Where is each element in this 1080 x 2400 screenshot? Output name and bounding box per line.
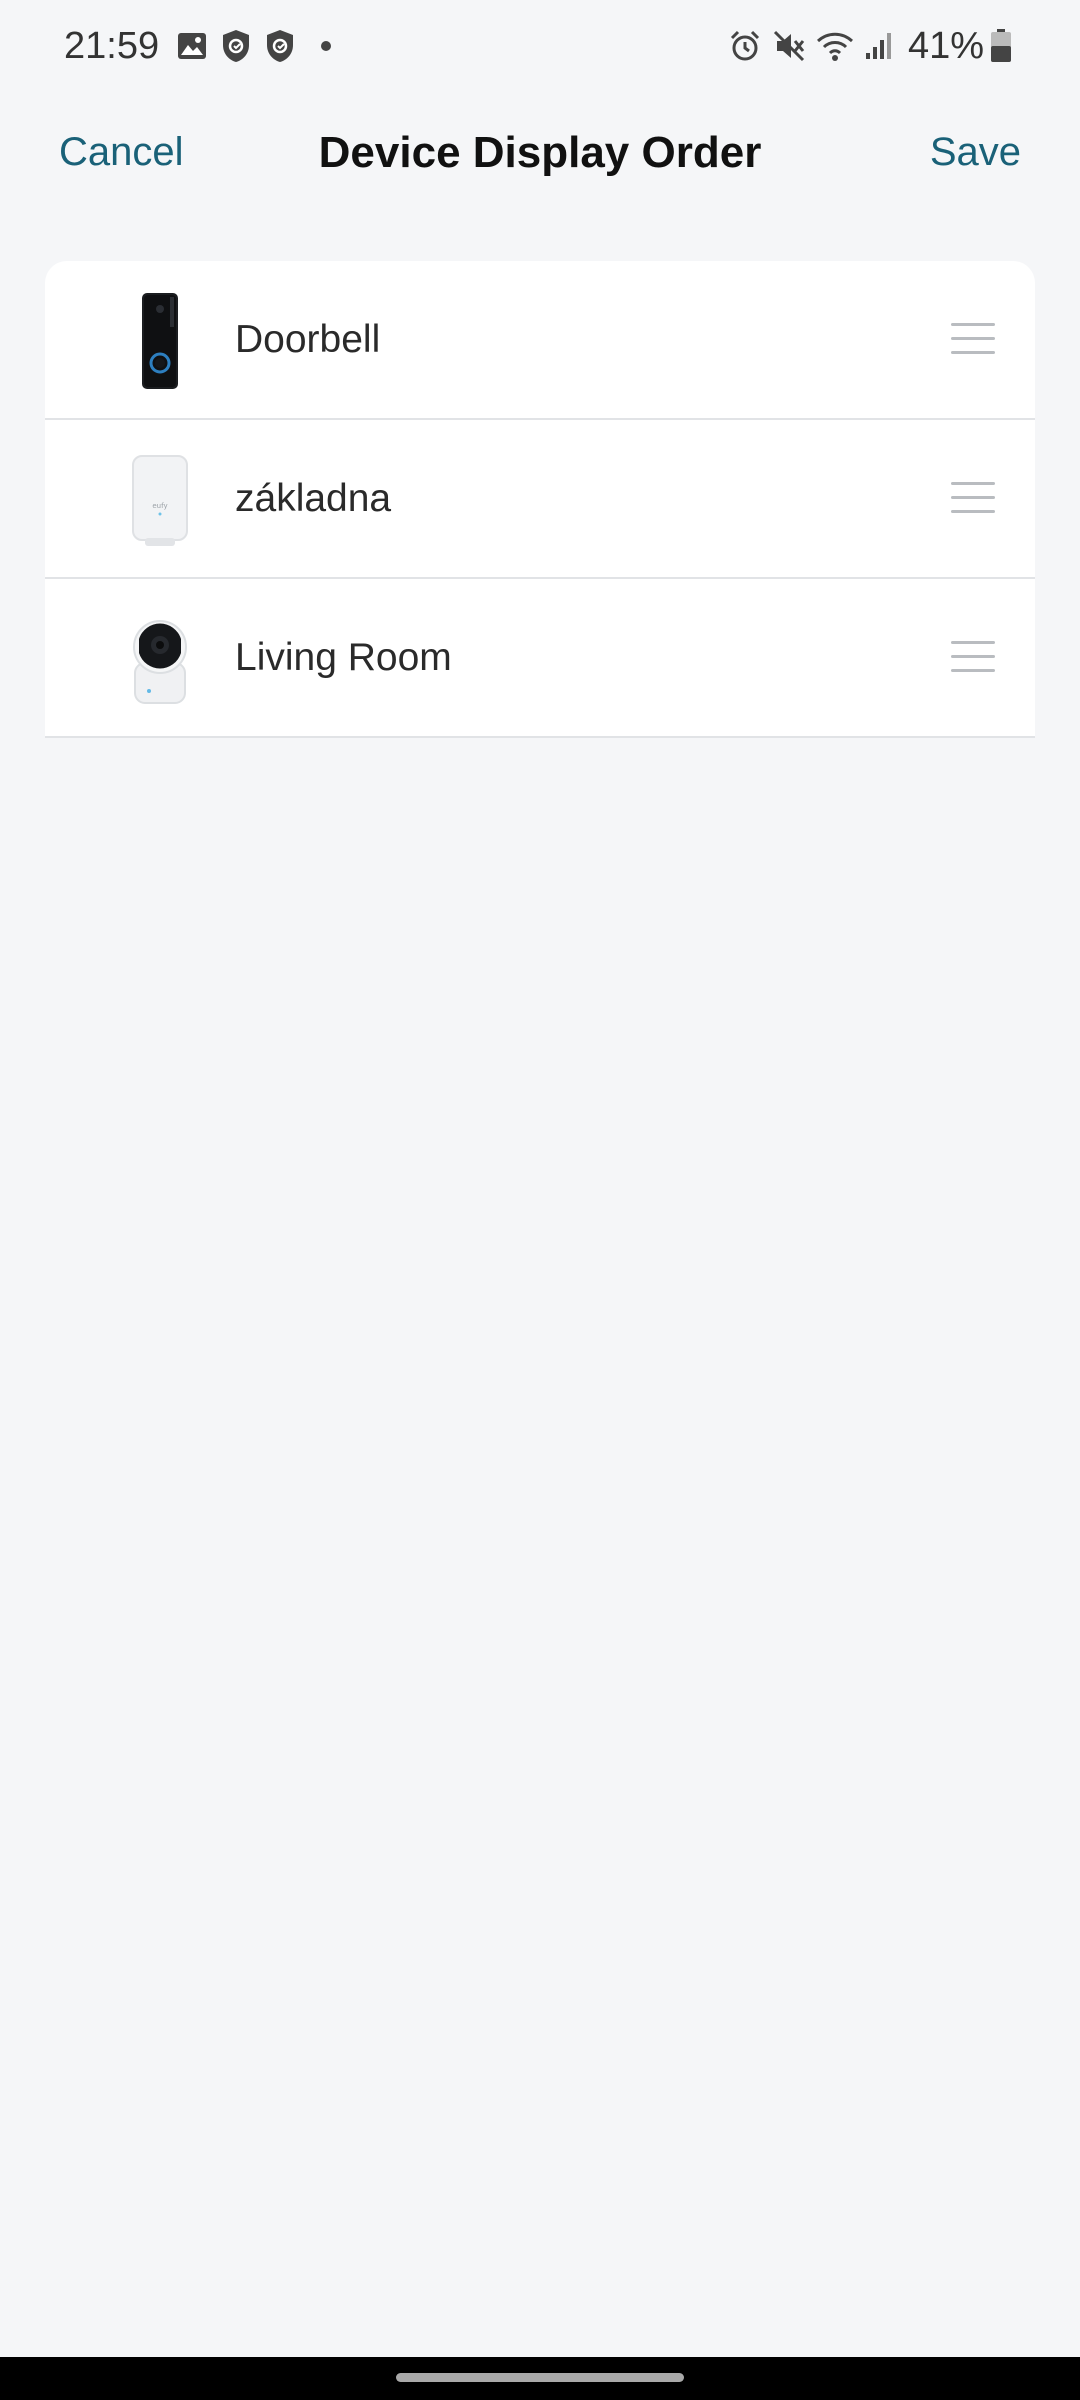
drag-handle-icon[interactable] <box>951 481 995 516</box>
drag-handle-icon[interactable] <box>951 640 995 675</box>
svg-text:eufy: eufy <box>152 502 167 510</box>
shield-check-icon <box>221 29 251 63</box>
battery-percentage: 41% <box>907 24 984 67</box>
shield-check-icon <box>265 29 295 63</box>
status-time: 21:59 <box>64 24 160 67</box>
device-name: Doorbell <box>235 317 381 361</box>
wifi-icon <box>816 30 854 62</box>
device-name: základna <box>235 476 392 520</box>
status-bar-right: 41% <box>728 25 1022 68</box>
header-bar: Cancel Device Display Order Save <box>0 110 1080 200</box>
status-bar-left: 21:59 <box>64 24 332 68</box>
system-navigation-bar <box>0 2357 1080 2400</box>
battery-icon <box>990 29 1012 63</box>
device-order-list: Doorbell eufy základna Living Room <box>45 261 1035 738</box>
device-row-doorbell[interactable]: Doorbell <box>45 261 1035 420</box>
notification-dot-icon <box>321 41 332 51</box>
homebase-device-image: eufy <box>105 442 215 557</box>
doorbell-device-image <box>105 283 215 398</box>
gallery-icon <box>177 32 207 60</box>
signal-icon <box>864 31 894 61</box>
mute-icon <box>772 29 806 63</box>
home-gesture-handle[interactable] <box>396 2373 684 2382</box>
device-name: Living Room <box>235 635 452 679</box>
drag-handle-icon[interactable] <box>951 322 995 357</box>
device-row-living-room[interactable]: Living Room <box>45 579 1035 738</box>
page-title: Device Display Order <box>318 128 762 177</box>
alarm-icon <box>728 29 762 63</box>
save-button[interactable]: Save <box>930 130 1021 175</box>
indoor-camera-device-image <box>105 601 215 716</box>
device-row-homebase[interactable]: eufy základna <box>45 420 1035 579</box>
status-bar: 21:59 41% <box>0 0 1080 92</box>
